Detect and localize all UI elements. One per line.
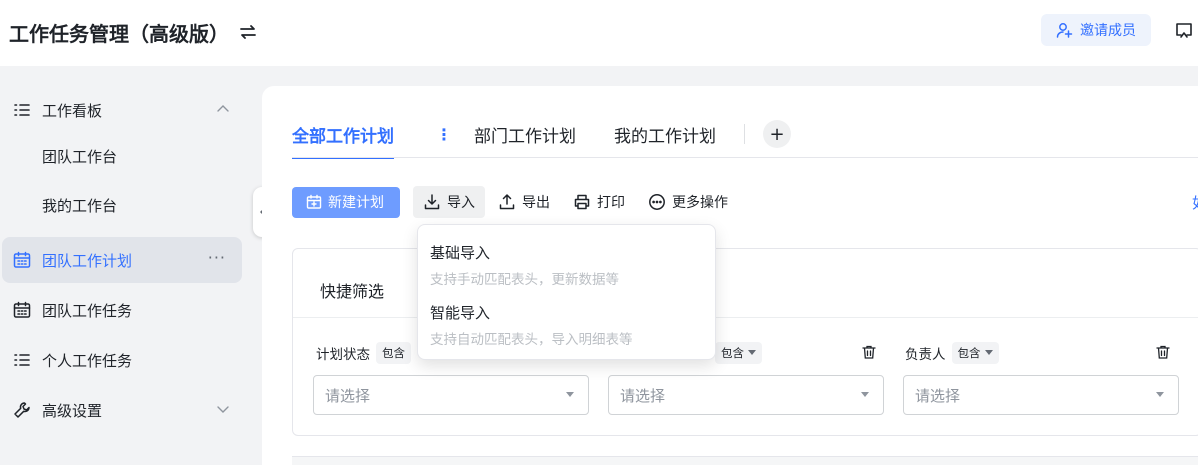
basic-import-option[interactable]: 基础导入 支持手动匹配表头，更新数据等 (418, 242, 715, 288)
sidebar-item-label: 团队工作任务 (42, 301, 133, 320)
tab-menu-icon[interactable]: ⋮ (436, 125, 452, 144)
filter-second-label: 包含 (709, 342, 762, 364)
table-header (292, 456, 1198, 465)
quick-filter-title: 快捷筛选 (320, 282, 385, 301)
caret-down-icon (1156, 392, 1164, 397)
owner-select[interactable]: 请选择 (903, 375, 1179, 415)
more-circle-icon (648, 193, 666, 211)
truncated-link[interactable]: 如 (1192, 192, 1198, 213)
filter-plan-status-label: 计划状态 包含 (316, 342, 411, 364)
list-icon (12, 350, 32, 370)
plan-tabs: 全部工作计划 ⋮ 部门工作计划 我的工作计划 + (292, 120, 791, 159)
list-icon (12, 100, 32, 120)
app-header: 工作任务管理（高级版） 邀请成员 (0, 0, 1198, 66)
sidebar-item-team-workbench[interactable]: 团队工作台 (2, 133, 242, 179)
sidebar-item-advanced-settings[interactable]: 高级设置 (2, 387, 242, 433)
import-button[interactable]: 导入 (413, 186, 485, 218)
calendar-add-icon (306, 194, 322, 210)
filter-label: 负责人 (905, 347, 946, 363)
sidebar-item-label: 团队工作计划 (42, 251, 133, 270)
import-label: 导入 (447, 195, 475, 211)
wrench-icon (12, 400, 32, 420)
upload-icon (498, 193, 516, 211)
new-plan-label: 新建计划 (328, 195, 384, 211)
caret-down-icon (748, 350, 756, 356)
caret-down-icon (984, 350, 993, 356)
toolbar: 新建计划 导入 导出 打印 更多操作 (292, 186, 741, 218)
tab-all-plans[interactable]: 全部工作计划 (292, 122, 394, 159)
calendar-icon (12, 250, 32, 270)
filter-operator-label: 包含 (957, 346, 981, 360)
filter-operator-label: 包含 (382, 346, 405, 360)
filter-operator-select[interactable]: 包含 (951, 342, 999, 364)
plan-status-select[interactable]: 请选择 (313, 375, 589, 415)
menu-item-title: 智能导入 (430, 304, 491, 322)
more-options-icon[interactable]: ··· (208, 248, 226, 267)
switch-app-icon[interactable] (238, 22, 258, 42)
import-dropdown-menu: 基础导入 支持手动匹配表头，更新数据等 智能导入 支持自动匹配表头，导入明细表等 (417, 224, 716, 360)
select-placeholder: 请选择 (915, 386, 961, 405)
filter-operator-select[interactable]: 包含 (715, 342, 762, 364)
sidebar-item-my-workbench[interactable]: 我的工作台 (2, 182, 242, 228)
main-panel: 全部工作计划 ⋮ 部门工作计划 我的工作计划 + 新建计划 导入 导出 打印 更… (262, 86, 1198, 465)
sidebar-item-team-tasks[interactable]: 团队工作任务 (2, 287, 242, 333)
add-user-icon (1056, 21, 1074, 39)
menu-item-description: 支持自动匹配表头，导入明细表等 (430, 332, 633, 348)
app-title: 工作任务管理（高级版） (9, 22, 229, 46)
export-label: 导出 (522, 195, 550, 211)
chevron-up-icon[interactable] (216, 102, 230, 116)
print-button[interactable]: 打印 (563, 186, 635, 218)
smart-import-option[interactable]: 智能导入 支持自动匹配表头，导入明细表等 (418, 302, 715, 348)
invite-members-label: 邀请成员 (1080, 23, 1136, 39)
sidebar-item-label: 我的工作台 (42, 196, 118, 215)
sidebar-item-personal-tasks[interactable]: 个人工作任务 (2, 337, 242, 383)
second-filter-select[interactable]: 请选择 (608, 375, 884, 415)
calendar-icon (12, 300, 32, 320)
tab-my-plans[interactable]: 我的工作计划 (614, 122, 716, 147)
tab-divider (744, 124, 745, 144)
chevron-down-icon[interactable] (216, 402, 230, 416)
sidebar-item-label: 工作看板 (42, 101, 103, 120)
sidebar-item-work-board[interactable]: 工作看板 (2, 87, 242, 133)
more-actions-button[interactable]: 更多操作 (638, 186, 738, 218)
invite-members-button[interactable]: 邀请成员 (1041, 14, 1151, 46)
select-placeholder: 请选择 (325, 386, 371, 405)
trash-icon[interactable] (1155, 344, 1171, 360)
menu-item-title: 基础导入 (430, 244, 491, 262)
menu-item-description: 支持手动匹配表头，更新数据等 (430, 272, 619, 288)
sidebar-item-label: 高级设置 (42, 401, 103, 420)
caret-down-icon (861, 392, 869, 397)
filter-operator-select[interactable]: 包含 (376, 342, 411, 364)
new-plan-button[interactable]: 新建计划 (292, 186, 400, 218)
download-icon (423, 193, 441, 211)
export-button[interactable]: 导出 (488, 186, 560, 218)
filter-label: 计划状态 (316, 347, 370, 363)
filter-operator-label: 包含 (721, 346, 744, 360)
select-placeholder: 请选择 (620, 386, 666, 405)
sidebar-item-team-plans[interactable]: 团队工作计划 ··· (2, 237, 242, 283)
tab-department-plans[interactable]: 部门工作计划 (474, 122, 576, 147)
print-label: 打印 (597, 195, 625, 211)
add-tab-button[interactable]: + (763, 120, 791, 148)
more-actions-label: 更多操作 (672, 195, 728, 211)
tabs-divider (292, 157, 1198, 158)
screen-cast-icon[interactable] (1174, 20, 1194, 40)
filter-owner-label: 负责人 包含 (905, 342, 999, 364)
sidebar-item-label: 团队工作台 (42, 147, 118, 166)
trash-icon[interactable] (861, 344, 877, 360)
sidebar: 工作看板 团队工作台 我的工作台 团队工作计划 ··· 团队工作任务 个人工作任… (0, 66, 250, 465)
printer-icon (573, 193, 591, 211)
caret-down-icon (566, 392, 574, 397)
sidebar-item-label: 个人工作任务 (42, 351, 133, 370)
